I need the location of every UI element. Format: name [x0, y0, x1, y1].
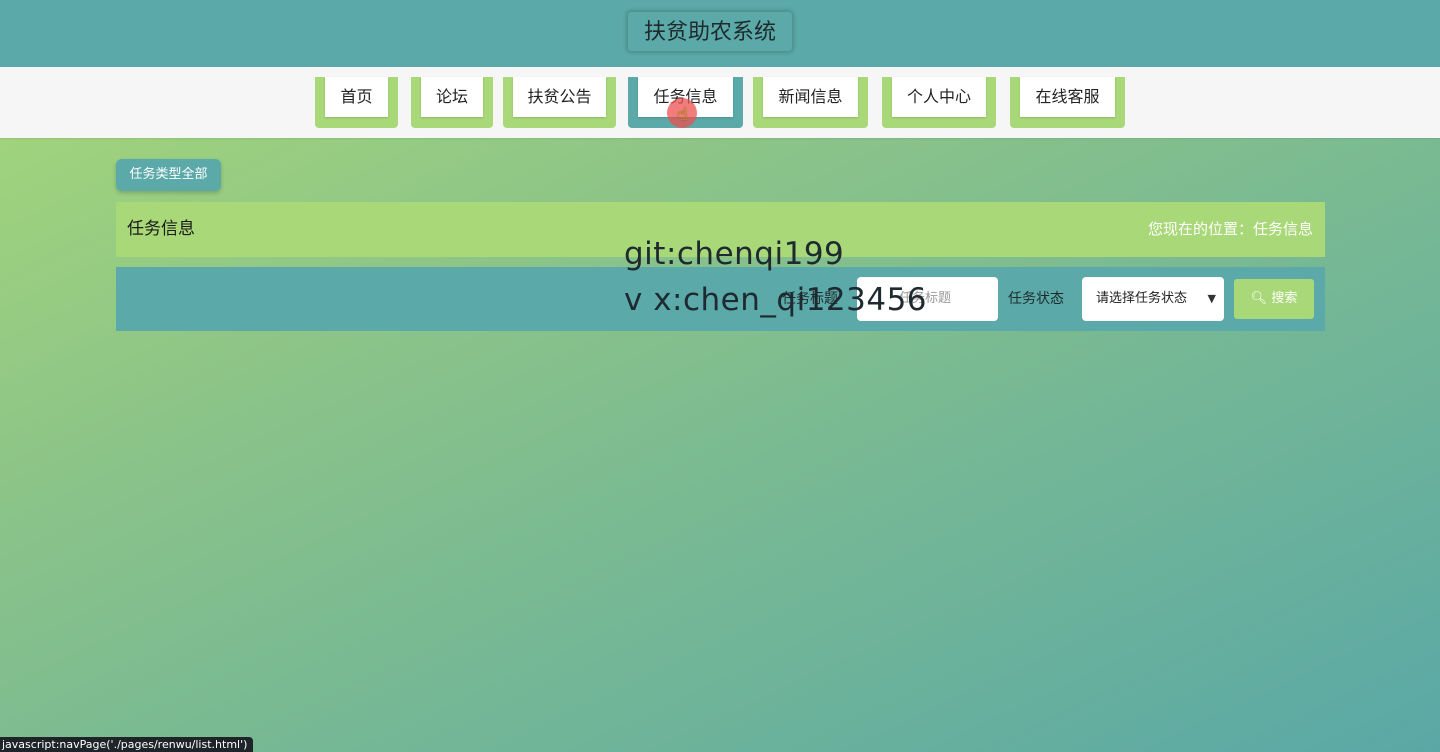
nav-item-label: 个人中心 — [892, 77, 986, 117]
nav-item-online-service[interactable]: 在线客服 — [1010, 77, 1125, 128]
task-status-select[interactable]: 请选择任务状态 ▼ — [1082, 277, 1224, 321]
status-bar-link: javascript:navPage('./pages/renwu/list.h… — [0, 737, 254, 752]
nav-item-label: 新闻信息 — [763, 77, 858, 117]
nav-item-label: 首页 — [325, 77, 388, 117]
search-button[interactable]: 🔍︎ 搜索 — [1234, 279, 1314, 319]
nav-item-announcement[interactable]: 扶贫公告 — [503, 77, 616, 128]
top-header: 扶贫助农系统 — [0, 0, 1440, 67]
nav-item-profile[interactable]: 个人中心 — [882, 77, 996, 128]
site-title: 扶贫助农系统 — [627, 11, 793, 52]
page-title: 任务信息 — [127, 219, 195, 239]
nav-item-news[interactable]: 新闻信息 — [753, 77, 868, 128]
search-button-label: 搜索 — [1271, 291, 1298, 306]
task-type-all-button[interactable]: 任务类型全部 — [116, 159, 221, 191]
nav-item-label: 论坛 — [421, 77, 483, 117]
nav-item-label: 扶贫公告 — [513, 77, 606, 117]
task-status-selected: 请选择任务状态 — [1096, 291, 1188, 306]
watermark-line-2: v x:chen_qi123456 — [624, 282, 928, 318]
task-status-label: 任务状态 — [1008, 291, 1064, 307]
watermark-line-1: git:chenqi199 — [624, 236, 845, 272]
chevron-down-icon: ▼ — [1207, 292, 1216, 305]
nav-item-forum[interactable]: 论坛 — [411, 77, 493, 128]
nav-item-label: 在线客服 — [1020, 77, 1115, 117]
breadcrumb-location: 您现在的位置：任务信息 — [1147, 220, 1313, 238]
search-icon: 🔍︎ — [1250, 291, 1268, 306]
main-nav: 首页 论坛 扶贫公告 任务信息 新闻信息 个人中心 在线客服 — [0, 67, 1440, 138]
nav-item-home[interactable]: 首页 — [315, 77, 398, 128]
hand-cursor-icon: ☝ — [677, 104, 688, 125]
